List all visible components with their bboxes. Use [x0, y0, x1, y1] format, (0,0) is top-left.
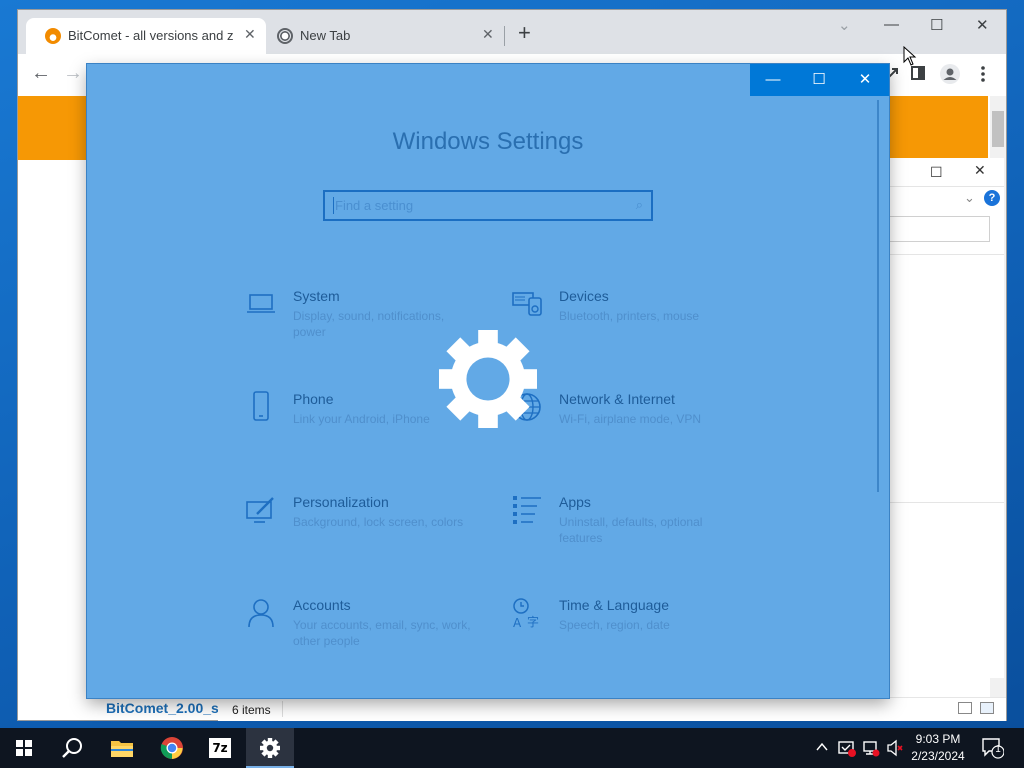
settings-icon	[260, 738, 280, 758]
category-accounts[interactable]: Accounts Your accounts, email, sync, wor…	[245, 597, 485, 648]
settings-close-button[interactable]: ✕	[842, 64, 888, 96]
explorer-panel-background: ☐ ✕ ⌄ ?	[886, 158, 1004, 678]
details-view-icon[interactable]	[958, 702, 972, 714]
category-description: Speech, region, date	[559, 618, 670, 632]
new-tab-button[interactable]: +	[518, 22, 531, 44]
maximize-button[interactable]: ☐	[930, 16, 943, 34]
category-name: Accounts	[293, 597, 351, 613]
tab-close-icon[interactable]: ✕	[244, 26, 256, 43]
settings-taskbar-button[interactable]	[246, 728, 294, 768]
explorer-status-bar: 6 items	[218, 697, 1006, 721]
page-scrollbar-thumb[interactable]	[992, 111, 1004, 147]
tab-title: BitComet - all versions and zip p	[68, 28, 234, 43]
item-count: 6 items	[232, 703, 271, 717]
text-caret	[333, 197, 334, 214]
laptop-icon	[247, 294, 275, 313]
category-description: Bluetooth, printers, mouse	[559, 309, 700, 323]
category-devices[interactable]: Devices Bluetooth, printers, mouse	[511, 288, 751, 338]
devices-icon	[512, 292, 542, 316]
tab-new-tab[interactable]: New Tab ✕	[266, 18, 502, 54]
close-button[interactable]: ✕	[976, 16, 989, 34]
clock-date: 2/23/2024	[911, 749, 965, 763]
taskbar: 7z 9:03 PM 2/23/2024 1	[0, 728, 1024, 768]
7zip-button[interactable]: 7z	[196, 728, 244, 768]
search-icon	[62, 738, 82, 758]
settings-titlebar-controls: — ☐ ✕	[750, 64, 889, 96]
category-name: Apps	[559, 494, 591, 510]
menu-kebab-icon[interactable]	[980, 66, 986, 82]
file-explorer-button[interactable]	[98, 728, 146, 768]
tab-close-icon[interactable]: ✕	[482, 26, 494, 43]
settings-search-input[interactable]: Find a setting ⌕	[323, 190, 653, 221]
tab-title: New Tab	[300, 28, 351, 43]
category-description: Background, lock screen, colors	[293, 515, 464, 529]
file-explorer-icon	[111, 741, 133, 757]
settings-minimize-button[interactable]: —	[750, 64, 796, 96]
person-icon	[248, 599, 274, 628]
action-center-button[interactable]: 1	[982, 737, 1005, 764]
settings-scrollbar[interactable]	[877, 100, 879, 492]
notification-count: 1	[995, 744, 1001, 755]
paintbrush-icon	[246, 497, 274, 523]
settings-window: — ☐ ✕ Windows Settings Find a setting ⌕ …	[87, 64, 889, 698]
help-icon[interactable]: ?	[984, 190, 1000, 206]
bitcomet-favicon	[45, 28, 61, 44]
profile-avatar-icon[interactable]	[940, 64, 960, 84]
search-icon: ⌕	[635, 197, 643, 212]
chrome-icon	[160, 737, 183, 759]
svg-text:字: 字	[527, 614, 539, 629]
tab-bitcomet[interactable]: BitComet - all versions and zip p ✕	[26, 18, 266, 54]
explorer-search-box[interactable]	[886, 216, 990, 242]
system-clock[interactable]: 9:03 PM 2/23/2024	[905, 731, 971, 765]
apps-list-icon	[513, 496, 541, 524]
mouse-cursor-icon	[903, 46, 917, 66]
start-icon	[16, 740, 32, 756]
category-time-language[interactable]: A 字 Time & Language Speech, region, date	[511, 597, 751, 647]
search-button[interactable]	[48, 728, 96, 768]
category-apps[interactable]: Apps Uninstall, defaults, optional featu…	[511, 494, 751, 545]
search-placeholder: Find a setting	[335, 198, 414, 213]
category-description: Your accounts, email, sync, work, other …	[293, 618, 471, 648]
bitcomet-download-link[interactable]: BitComet_2.00_s	[106, 700, 219, 716]
explorer-close-icon[interactable]: ✕	[974, 162, 986, 179]
category-name: System	[293, 288, 340, 304]
clock-time: 9:03 PM	[915, 732, 961, 746]
tab-separator	[504, 26, 505, 46]
start-button[interactable]	[0, 728, 48, 768]
category-name: Devices	[559, 288, 609, 304]
settings-heading: Windows Settings	[392, 128, 584, 155]
minimize-button[interactable]: —	[884, 16, 899, 33]
category-name: Network & Internet	[559, 391, 675, 407]
settings-maximize-button[interactable]: ☐	[796, 64, 842, 96]
phone-icon	[253, 391, 269, 421]
explorer-expand-chevron-icon[interactable]: ⌄	[964, 190, 975, 206]
svg-text:A: A	[513, 616, 522, 629]
chrome-favicon	[277, 28, 293, 44]
back-icon[interactable]: ←	[31, 63, 51, 83]
large-icons-view-icon[interactable]	[980, 702, 994, 714]
security-warning-icon[interactable]	[838, 739, 856, 757]
7zip-icon: 7z	[209, 738, 231, 758]
show-hidden-icons-chevron-icon[interactable]	[816, 742, 828, 752]
category-personalization[interactable]: Personalization Background, lock screen,…	[245, 494, 485, 544]
category-name: Time & Language	[559, 597, 669, 613]
explorer-maximize-icon[interactable]: ☐	[930, 164, 943, 181]
time-language-icon: A 字	[513, 598, 539, 629]
volume-muted-icon[interactable]	[886, 739, 904, 757]
forward-icon[interactable]: →	[63, 63, 83, 83]
settings-loading-gear-icon	[439, 330, 537, 428]
status-separator	[282, 701, 283, 717]
category-description: Uninstall, defaults, optional features	[559, 515, 703, 545]
tab-search-dropdown-icon[interactable]: ⌄	[838, 16, 851, 34]
category-name: Phone	[293, 391, 334, 407]
chrome-button[interactable]	[148, 728, 196, 768]
network-disconnected-icon[interactable]	[862, 739, 880, 757]
tab-strip: BitComet - all versions and zip p ✕ New …	[18, 10, 1006, 54]
side-panel-icon[interactable]	[911, 66, 925, 80]
category-description: Wi-Fi, airplane mode, VPN	[559, 412, 702, 426]
category-network-internet[interactable]: Network & Internet Wi-Fi, airplane mode,…	[511, 391, 751, 441]
category-name: Personalization	[293, 494, 389, 510]
